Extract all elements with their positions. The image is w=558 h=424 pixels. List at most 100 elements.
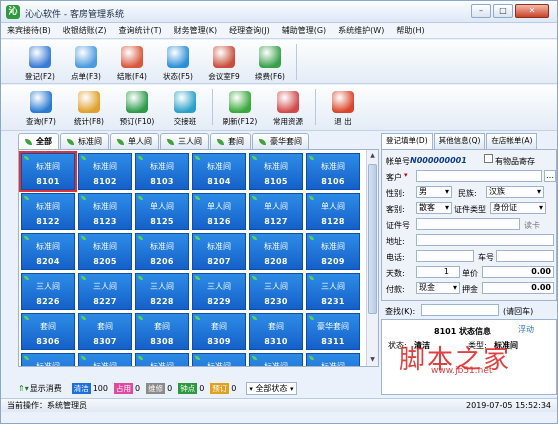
tab-right-1[interactable]: 其他信息(Q)	[433, 133, 486, 149]
scroll-thumb[interactable]	[368, 164, 377, 314]
room-card[interactable]: 标准间	[78, 353, 132, 366]
refresh-button[interactable]: 刷新(F12)	[216, 85, 264, 127]
show-consume-toggle[interactable]: 显示消费	[30, 383, 62, 394]
status-button[interactable]: 状态(F5)	[155, 40, 201, 82]
tab-room-0[interactable]: 全部	[18, 133, 59, 149]
room-card[interactable]: 标准间 8103	[135, 153, 189, 190]
room-card[interactable]: 套间 8306	[21, 313, 75, 350]
tab-room-4[interactable]: 套间	[210, 133, 251, 149]
room-type: 单人间	[207, 202, 231, 211]
source-select[interactable]: 散客	[416, 202, 452, 214]
resources-button[interactable]: 常用资源	[264, 85, 312, 127]
room-card[interactable]: 标准间	[135, 353, 189, 366]
toolbar-label: 交接班	[173, 117, 197, 126]
room-card[interactable]: 标准间 8123	[78, 193, 132, 230]
room-card[interactable]: 套间 8310	[249, 313, 303, 350]
room-card[interactable]: 套间 8307	[78, 313, 132, 350]
room-status-icon	[252, 316, 257, 320]
find-input[interactable]	[421, 304, 499, 316]
room-card[interactable]: 标准间	[306, 353, 360, 366]
tab-right-0[interactable]: 登记填单(D)	[381, 133, 433, 149]
ethnic-select[interactable]: 汉族	[486, 186, 544, 198]
tab-right-2[interactable]: 在店帐单(A)	[486, 133, 538, 149]
register-button[interactable]: 登记(F2)	[17, 40, 63, 82]
minimize-button[interactable]: –	[471, 4, 491, 18]
reserve-button[interactable]: 预订(F10)	[113, 85, 161, 127]
pay-select[interactable]: 现金	[416, 282, 460, 294]
menu-item-6[interactable]: 系统维护(W)	[332, 25, 390, 36]
checkout-button[interactable]: 结账(F4)	[109, 40, 155, 82]
room-card[interactable]: 标准间 8206	[135, 233, 189, 270]
statistics-button[interactable]: 统计(F8)	[65, 85, 113, 127]
menu-item-5[interactable]: 辅助管理(G)	[276, 25, 332, 36]
room-number: 8102	[93, 177, 117, 186]
status-filter-select[interactable]: ▾ 全部状态 ▾	[246, 381, 297, 395]
room-card[interactable]: 标准间 8104	[192, 153, 246, 190]
room-card[interactable]: 三人间 8228	[135, 273, 189, 310]
guest-label: 客户	[386, 173, 402, 182]
room-card[interactable]: 标准间 8101	[19, 151, 77, 192]
deposit-amount-input[interactable]: 0.00	[482, 282, 554, 294]
meeting-room-button[interactable]: 会议室F9	[201, 40, 247, 82]
room-card[interactable]: 三人间 8229	[192, 273, 246, 310]
days-stepper[interactable]: 1	[416, 266, 460, 278]
room-card[interactable]: 单人间 8126	[192, 193, 246, 230]
room-card[interactable]: 标准间 8105	[249, 153, 303, 190]
room-card[interactable]: 标准间	[249, 353, 303, 366]
float-toggle[interactable]: 浮动	[518, 324, 534, 335]
plate-input[interactable]	[496, 250, 554, 262]
address-input[interactable]	[416, 234, 554, 246]
maximize-button[interactable]: □	[493, 4, 513, 18]
toggle-arrows-icon[interactable]: ⇑▾	[18, 384, 29, 393]
scroll-up-icon[interactable]: ▲	[367, 150, 378, 162]
room-card[interactable]: 标准间 8205	[78, 233, 132, 270]
search-button[interactable]: 查询(F7)	[17, 85, 65, 127]
menu-item-7[interactable]: 帮助(H)	[390, 25, 430, 36]
phone-input[interactable]	[416, 250, 474, 262]
read-card-button[interactable]: 读卡	[524, 220, 540, 231]
order-button[interactable]: 点单(F3)	[63, 40, 109, 82]
room-card[interactable]: 套间 8308	[135, 313, 189, 350]
room-type: 标准间	[207, 362, 231, 367]
scroll-down-icon[interactable]: ▼	[367, 354, 378, 366]
guest-input[interactable]	[416, 170, 542, 182]
menu-item-2[interactable]: 查询统计(T)	[112, 25, 167, 36]
room-card[interactable]: 三人间 8227	[78, 273, 132, 310]
room-card[interactable]: 单人间 8125	[135, 193, 189, 230]
tab-room-1[interactable]: 标准间	[60, 133, 109, 149]
room-card[interactable]: 单人间 8128	[306, 193, 360, 230]
room-card[interactable]: 豪华套间 8311	[306, 313, 360, 350]
room-card[interactable]: 标准间	[21, 353, 75, 366]
exit-button[interactable]: 退 出	[319, 85, 367, 127]
menu-item-3[interactable]: 财务管理(K)	[168, 25, 224, 36]
room-grid-scrollbar[interactable]: ▲ ▼	[366, 150, 378, 366]
room-card[interactable]: 标准间 8102	[78, 153, 132, 190]
menu-item-4[interactable]: 经理查询(J)	[223, 25, 276, 36]
tab-room-2[interactable]: 单人间	[110, 133, 159, 149]
room-card[interactable]: 单人间 8127	[249, 193, 303, 230]
room-card[interactable]: 标准间 8209	[306, 233, 360, 270]
room-card[interactable]: 标准间	[192, 353, 246, 367]
room-card[interactable]: 标准间 8207	[192, 233, 246, 270]
room-card[interactable]: 三人间 8230	[249, 273, 303, 310]
room-card[interactable]: 标准间 8204	[21, 233, 75, 270]
tab-room-3[interactable]: 三人间	[160, 133, 209, 149]
guest-lookup-button[interactable]: …	[544, 170, 556, 182]
idno-input[interactable]	[416, 218, 520, 230]
shift-handover-button[interactable]: 交接班	[161, 85, 209, 127]
renew-fee-button[interactable]: 续费(F6)	[247, 40, 293, 82]
room-card[interactable]: 三人间 8226	[21, 273, 75, 310]
idtype-select[interactable]: 身份证	[490, 202, 546, 214]
close-button[interactable]: ✕	[515, 4, 549, 18]
menu-item-1[interactable]: 收银结账(Z)	[57, 25, 113, 36]
room-card[interactable]: 标准间 8122	[21, 193, 75, 230]
room-card[interactable]: 套间 8309	[192, 313, 246, 350]
gender-select[interactable]: 男	[416, 186, 452, 198]
room-card[interactable]: 三人间 8231	[306, 273, 360, 310]
room-card[interactable]: 标准间 8106	[306, 153, 360, 190]
price-input[interactable]: 0.00	[482, 266, 554, 278]
menu-item-0[interactable]: 来宾接待(B)	[1, 25, 57, 36]
room-card[interactable]: 标准间 8208	[249, 233, 303, 270]
deposit-checkbox[interactable]	[484, 154, 493, 163]
tab-room-5[interactable]: 豪华套间	[252, 133, 309, 149]
